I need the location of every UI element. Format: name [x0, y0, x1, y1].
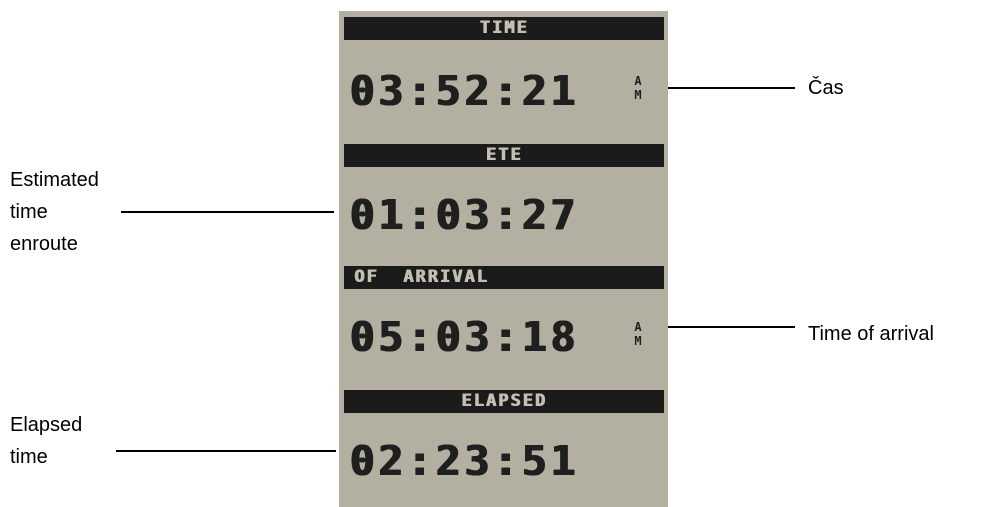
time-m-indicator: M [634, 88, 642, 102]
elapsed-header: ELAPSED [461, 391, 547, 411]
elapsed-label-line1: Elapsed [10, 414, 83, 436]
elapsed-value: 02:23:51 [349, 437, 579, 485]
cas-label: Čas [808, 77, 844, 99]
gps-lcd-display: TIME 03:52:21 A M ETE 01:03:27 OF ARRIVA… [339, 11, 668, 507]
estimated-leader-line [121, 211, 334, 213]
arrival-am-indicator: A [634, 320, 642, 334]
arrival-header-bar: OF ARRIVAL [344, 266, 664, 289]
arrival-m-indicator: M [634, 334, 642, 348]
cas-leader-line [668, 87, 795, 89]
time-header: TIME [479, 18, 529, 38]
estimated-label-line2: time [10, 201, 48, 223]
time-value: 03:52:21 [349, 67, 579, 115]
time-of-arrival-label: Time of arrival [808, 323, 934, 345]
estimated-label-line1: Estimated [10, 169, 99, 191]
arrival-header: OF ARRIVAL [354, 267, 489, 287]
elapsed-label-line2: time [10, 446, 48, 468]
ete-header: ETE [485, 145, 523, 165]
ete-value: 01:03:27 [349, 191, 579, 239]
time-am-indicator: A [634, 74, 642, 88]
arrival-value: 05:03:18 [349, 313, 579, 361]
time-header-bar: TIME [344, 17, 664, 40]
ete-header-bar: ETE [344, 144, 664, 167]
elapsed-leader-line [116, 450, 336, 452]
arrival-leader-line [668, 326, 795, 328]
elapsed-header-bar: ELAPSED [344, 390, 664, 413]
estimated-label-line3: enroute [10, 233, 78, 255]
